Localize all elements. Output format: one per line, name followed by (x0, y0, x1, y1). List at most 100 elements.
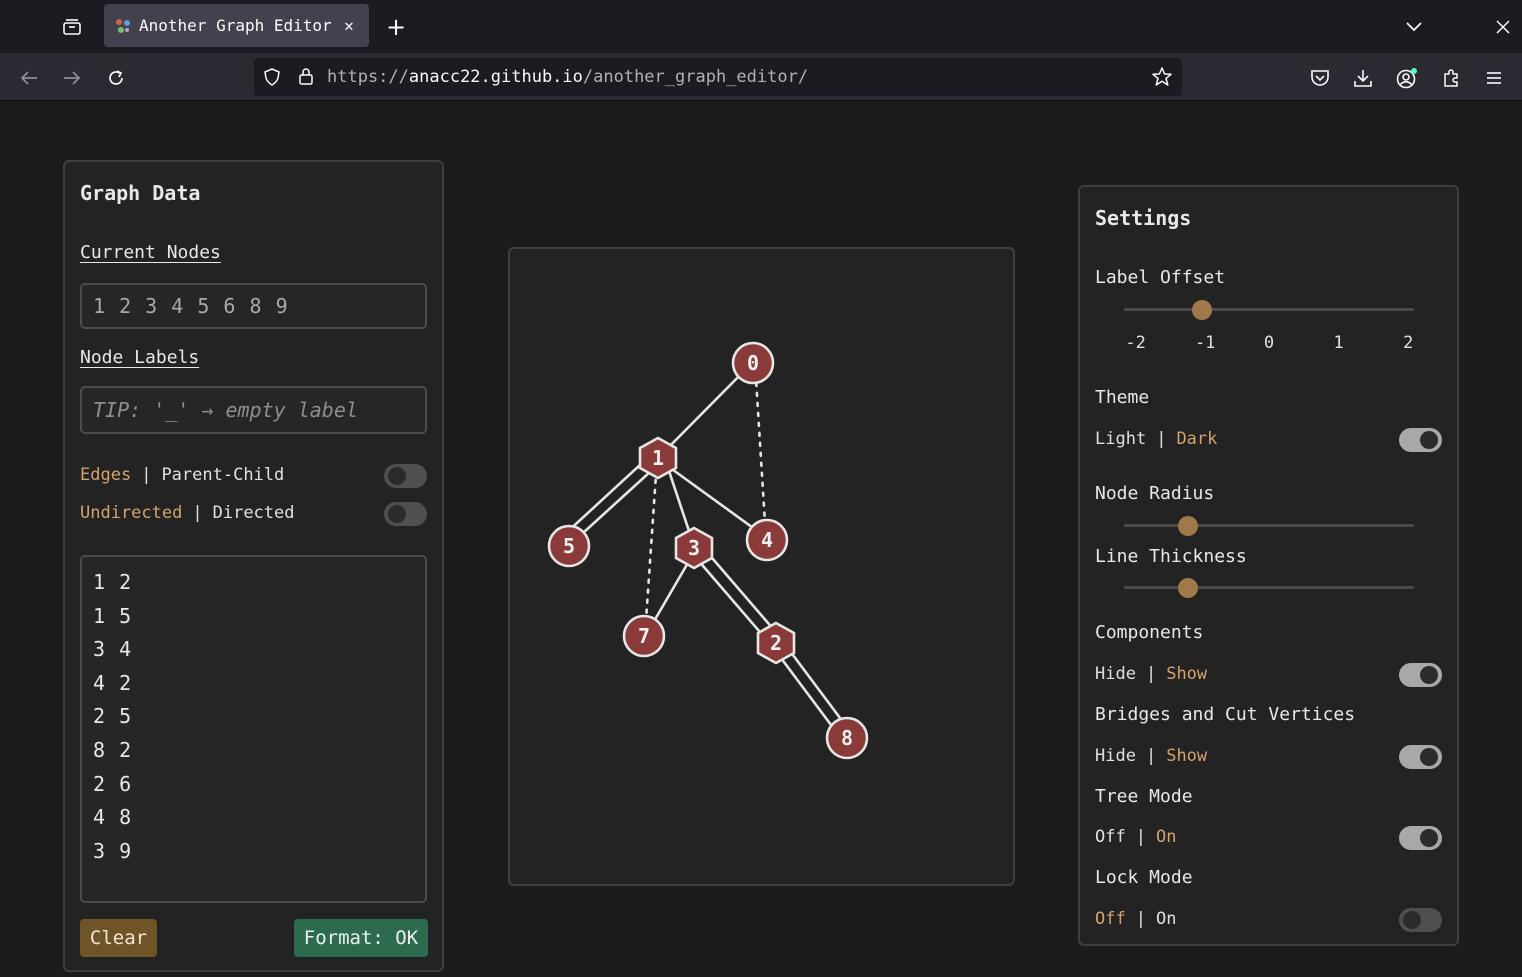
light-option: Light (1095, 429, 1147, 449)
extensions-icon[interactable] (1437, 64, 1465, 92)
browser-tab[interactable]: Another Graph Editor ✕ (104, 4, 369, 47)
shield-icon[interactable] (264, 68, 280, 90)
slider-thumb[interactable] (1177, 516, 1198, 536)
edge-line: 2 5 (93, 704, 133, 729)
edge-line: 1 5 (93, 603, 133, 628)
node-radius-label: Node Radius (1095, 483, 1215, 504)
lock-icon[interactable] (298, 67, 314, 89)
graph-edge-dashed (643, 458, 659, 637)
app-menu-icon[interactable] (1480, 64, 1508, 92)
tab-list-icon[interactable] (58, 14, 86, 40)
node-label: 3 (688, 536, 700, 560)
node-labels-field[interactable] (80, 386, 427, 434)
tree-mode-switch[interactable] (1399, 826, 1442, 850)
undirected-option: Undirected (80, 503, 183, 523)
slider-track (1124, 308, 1414, 311)
current-nodes-input[interactable] (82, 285, 425, 327)
node-labels-label[interactable]: Node Labels (80, 347, 199, 368)
account-icon[interactable] (1393, 64, 1421, 92)
components-toggle-row: Hide | Show (1095, 661, 1442, 687)
reload-icon[interactable] (102, 64, 130, 92)
hide-option: Hide (1095, 746, 1136, 766)
browser-tab-bar: Another Graph Editor ✕ + (0, 0, 1522, 53)
components-switch[interactable] (1399, 663, 1442, 687)
slider-thumb[interactable] (1177, 578, 1198, 598)
graph-node[interactable]: 4 (745, 518, 789, 562)
edges-textarea[interactable]: 1 2 1 5 3 4 4 2 2 5 8 2 2 6 4 8 3 9 (80, 555, 427, 903)
toggle-separator: | (192, 503, 203, 523)
tick-label: 1 (1333, 333, 1344, 353)
lock-mode-switch[interactable] (1399, 908, 1442, 932)
url-host: anacc22.github.io (408, 67, 583, 87)
tick-label: 0 (1263, 333, 1275, 353)
bridges-toggle-row: Hide | Show (1095, 743, 1442, 769)
downloads-icon[interactable] (1349, 64, 1377, 92)
url-text[interactable]: https://anacc22.github.io/another_graph_… (327, 67, 808, 87)
label-offset-slider[interactable] (1124, 300, 1414, 320)
clear-button[interactable]: Clear (80, 919, 157, 957)
parent-child-option: Parent-Child (161, 465, 285, 485)
page-content: Graph Data Current Nodes Node Labels Edg… (0, 101, 1522, 977)
window-close-icon[interactable] (1490, 14, 1516, 40)
forward-icon[interactable] (58, 64, 86, 92)
new-tab-icon[interactable]: + (383, 13, 409, 41)
settings-title: Settings (1095, 206, 1192, 230)
switch-knob (1420, 829, 1438, 847)
node-radius-slider[interactable] (1124, 516, 1414, 536)
format-status-button[interactable]: Format: OK (294, 919, 428, 957)
graph-node[interactable]: 8 (825, 716, 869, 760)
line-thickness-slider[interactable] (1124, 578, 1414, 598)
graph-node[interactable]: 3 (674, 526, 714, 570)
theme-toggle-row: Light | Dark (1095, 426, 1442, 452)
graph-svg[interactable]: 0 1 5 3 4 7 2 8 (510, 249, 1013, 884)
directed-toggle-row: Undirected | Directed (80, 500, 427, 526)
slider-thumb[interactable] (1192, 300, 1213, 320)
back-icon[interactable] (15, 64, 43, 92)
list-all-tabs-icon[interactable] (1401, 14, 1427, 40)
pocket-icon[interactable] (1306, 64, 1334, 92)
edge-line: 8 2 (93, 737, 133, 762)
on-option: On (1155, 827, 1177, 847)
edges-option: Edges (80, 465, 132, 485)
graph-node[interactable]: 5 (547, 524, 591, 568)
edges-mode-switch[interactable] (384, 464, 427, 488)
current-nodes-label[interactable]: Current Nodes (80, 242, 221, 263)
node-label: 2 (770, 631, 782, 655)
switch-knob (1420, 748, 1438, 766)
show-option: Show (1166, 746, 1208, 766)
slider-track (1124, 524, 1414, 527)
label-offset-ticks: -2 -1 0 1 2 (1124, 333, 1414, 353)
tab-close-icon[interactable]: ✕ (339, 16, 359, 36)
node-label: 5 (563, 534, 575, 558)
edge-line: 3 9 (93, 838, 133, 863)
node-labels-input[interactable] (82, 388, 425, 432)
tick-label: 2 (1403, 333, 1414, 353)
bookmark-star-icon[interactable] (1152, 67, 1172, 90)
show-option: Show (1166, 664, 1208, 684)
graph-node[interactable]: 7 (622, 614, 666, 658)
edge-line: 3 4 (93, 637, 133, 662)
toggle-separator: | (141, 465, 152, 485)
lock-toggle-row: Off | On (1095, 906, 1442, 932)
graph-canvas[interactable]: 0 1 5 3 4 7 2 8 (508, 247, 1015, 886)
directed-switch[interactable] (384, 502, 427, 526)
node-label: 4 (761, 528, 773, 552)
switch-knob (388, 467, 406, 485)
bridges-switch[interactable] (1399, 745, 1442, 769)
toggle-separator: | (1145, 746, 1157, 766)
directed-option: Directed (212, 503, 295, 523)
switch-knob (1403, 911, 1421, 929)
graph-node[interactable]: 0 (731, 341, 775, 385)
graph-node[interactable]: 2 (756, 621, 796, 665)
toggle-separator: | (1156, 429, 1167, 449)
theme-switch[interactable] (1399, 428, 1442, 452)
graph-node[interactable]: 1 (638, 436, 678, 480)
url-path: /another_graph_editor/ (582, 67, 809, 87)
slider-track (1124, 586, 1414, 589)
edge-line: 2 6 (93, 771, 133, 796)
label-offset-label: Label Offset (1095, 267, 1226, 288)
url-bar[interactable]: https://anacc22.github.io/another_graph_… (254, 58, 1182, 96)
current-nodes-field[interactable] (80, 283, 427, 329)
off-option: Off (1095, 827, 1126, 847)
line-thickness-label: Line Thickness (1095, 546, 1247, 567)
